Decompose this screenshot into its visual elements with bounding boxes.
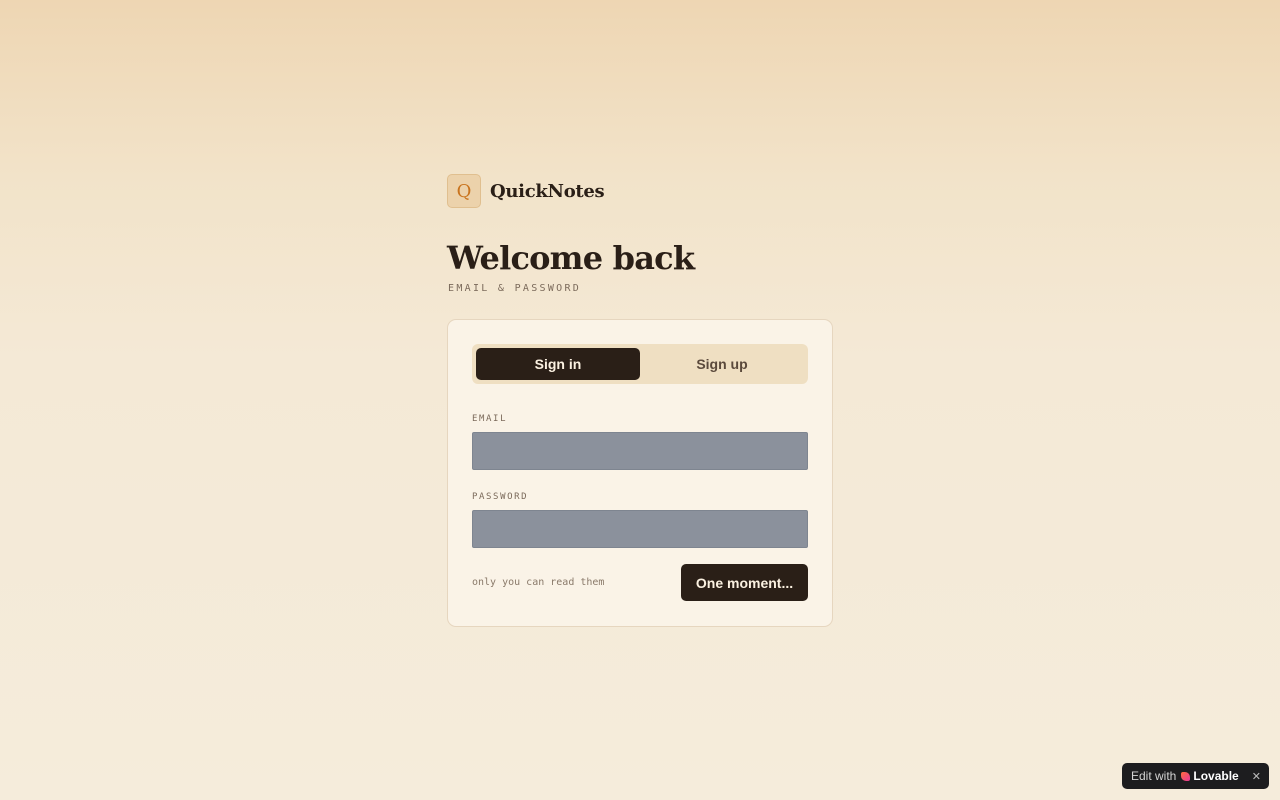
password-label: PASSWORD: [472, 492, 529, 502]
badge-prefix: Edit with: [1131, 769, 1177, 783]
app-logo: Q: [447, 174, 481, 208]
email-field[interactable]: [472, 432, 808, 470]
page-title: Welcome back: [447, 239, 695, 277]
logo-letter: Q: [456, 180, 472, 202]
close-icon[interactable]: ✕: [1252, 770, 1261, 783]
tab-sign-in[interactable]: Sign in: [476, 348, 640, 380]
edit-with-lovable-badge[interactable]: Edit with Lovable ✕: [1122, 763, 1269, 789]
password-field[interactable]: [472, 510, 808, 548]
form-footer: only you can read them One moment...: [472, 564, 808, 601]
app-name: QuickNotes: [490, 180, 605, 202]
auth-mode-tabs: Sign in Sign up: [472, 344, 808, 384]
badge-brand: Lovable: [1193, 769, 1239, 783]
lovable-heart-icon: [1181, 771, 1191, 781]
auth-container: Q QuickNotes Welcome back EMAIL & PASSWO…: [447, 174, 833, 627]
tab-sign-up[interactable]: Sign up: [640, 348, 804, 380]
submit-button[interactable]: One moment...: [681, 564, 808, 601]
page-subtitle: EMAIL & PASSWORD: [448, 283, 582, 294]
auth-card: Sign in Sign up EMAIL PASSWORD only you …: [447, 319, 833, 627]
privacy-note: only you can read them: [472, 577, 605, 588]
brand-header: Q QuickNotes: [447, 174, 833, 208]
email-label: EMAIL: [472, 414, 508, 424]
